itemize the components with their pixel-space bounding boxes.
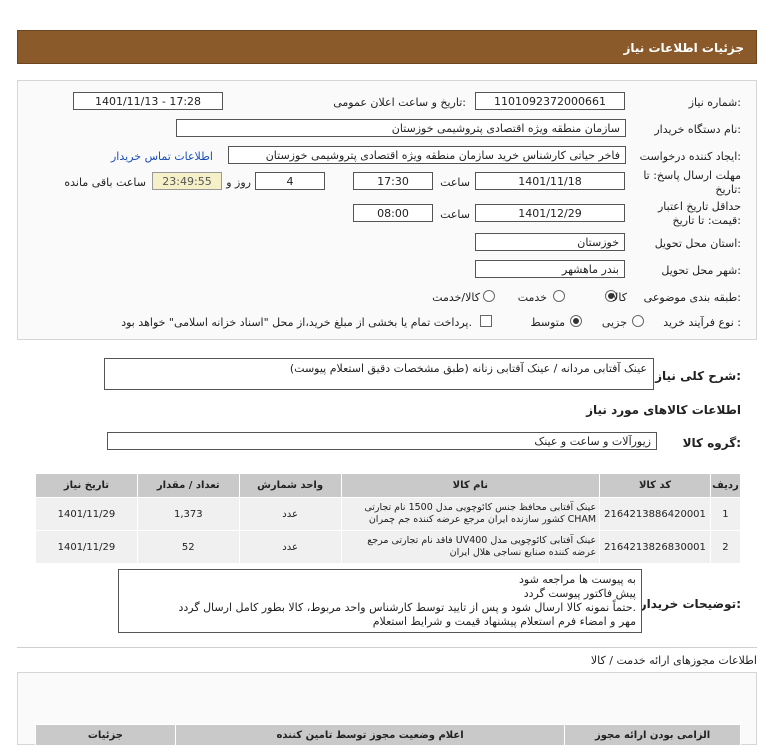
category-option-goods: کالا bbox=[612, 291, 627, 304]
col-unit: واحد شمارش bbox=[238, 473, 342, 498]
remaining-time-field: 23:49:55 bbox=[152, 172, 222, 190]
city-label: شهر محل تحویل: bbox=[661, 264, 741, 277]
validity-time-label: ساعت bbox=[440, 208, 470, 221]
buyer-notes-box: به پیوست ها مراجعه شود پیش فاکتور پیوست … bbox=[118, 569, 642, 633]
process-option-medium: متوسط bbox=[530, 316, 565, 329]
deadline-label-2: تاریخ: bbox=[715, 183, 741, 196]
cell-name: عینک آفتابی کائوچویی مدل UV400 فاقد نام … bbox=[340, 530, 601, 564]
note-line: به پیوست ها مراجعه شود bbox=[519, 573, 636, 586]
announce-field[interactable]: 1401/11/13 - 17:28 bbox=[73, 92, 223, 110]
cell-code: 2164213826830001 bbox=[599, 530, 711, 564]
col-license-status: اعلام وضعیت مجوز توسط تامین کننده bbox=[174, 724, 566, 746]
cell-row: 2 bbox=[709, 530, 742, 564]
note-line: پیش فاکتور پیوست گردد bbox=[523, 587, 636, 600]
need-number-label: شماره نیاز: bbox=[688, 96, 741, 109]
process-option-minor: جزیی bbox=[601, 316, 627, 329]
cell-unit: عدد bbox=[238, 530, 342, 564]
summary-label: شرح کلی نیاز: bbox=[655, 369, 741, 383]
buyer-notes-label: توضیحات خریدار: bbox=[639, 597, 741, 611]
page-title: جزئیات اطلاعات نیاز bbox=[623, 41, 744, 55]
validity-time-field[interactable]: 08:00 bbox=[353, 204, 433, 222]
goods-group-label: گروه کالا: bbox=[682, 436, 741, 450]
remaining-label: ساعت باقی مانده bbox=[64, 176, 146, 189]
cell-date: 1401/11/29 bbox=[35, 530, 138, 564]
col-name: نام کالا bbox=[340, 473, 601, 498]
licenses-title: اطلاعات مجوزهای ارائه خدمت / کالا bbox=[590, 654, 757, 667]
col-qty: تعداد / مقدار bbox=[136, 473, 240, 498]
category-option-goods-service: کالا/خدمت bbox=[432, 291, 480, 304]
col-license-details: جزئیات bbox=[35, 724, 176, 746]
process-radio-minor[interactable] bbox=[632, 315, 644, 327]
table-row[interactable]: 2 2164213826830001 عینک آفتابی کائوچویی … bbox=[35, 530, 742, 564]
col-code: کد کالا bbox=[599, 473, 711, 498]
buyer-field[interactable]: سازمان منطقه ویژه اقتصادی پتروشیمی خوزست… bbox=[176, 119, 626, 137]
cell-row: 1 bbox=[709, 497, 742, 531]
divider bbox=[17, 647, 757, 648]
goods-table: ردیف کد کالا نام کالا واحد شمارش تعداد /… bbox=[35, 473, 742, 564]
announce-label: تاریخ و ساعت اعلان عمومی: bbox=[333, 96, 466, 109]
goods-table-header: ردیف کد کالا نام کالا واحد شمارش تعداد /… bbox=[35, 473, 742, 498]
process-radio-medium[interactable] bbox=[570, 315, 582, 327]
category-radio-goods-service[interactable] bbox=[483, 290, 495, 302]
deadline-time-field[interactable]: 17:30 bbox=[353, 172, 433, 190]
note-line: حتماً نمونه کالا ارسال شود و پس از تایید… bbox=[178, 601, 636, 614]
need-number-field[interactable]: 1101092372000661 bbox=[475, 92, 625, 110]
category-radio-service[interactable] bbox=[553, 290, 565, 302]
deadline-label: مهلت ارسال پاسخ: تا bbox=[643, 169, 741, 182]
category-option-service: خدمت bbox=[517, 291, 547, 304]
deadline-time-label: ساعت bbox=[440, 176, 470, 189]
process-label: نوع فرآیند خرید : bbox=[663, 316, 741, 329]
licenses-table: الزامی بودن ارائه مجوز اعلام وضعیت مجوز … bbox=[35, 724, 741, 746]
licenses-table-header: الزامی بودن ارائه مجوز اعلام وضعیت مجوز … bbox=[35, 724, 741, 746]
validity-label-2: قیمت: تا تاریخ: bbox=[672, 214, 741, 227]
city-field[interactable]: بندر ماهشهر bbox=[475, 260, 625, 278]
buyer-label: نام دستگاه خریدار: bbox=[654, 123, 741, 136]
deadline-date-field[interactable]: 1401/11/18 bbox=[475, 172, 625, 190]
creator-field[interactable]: فاخر حیاتی کارشناس خرید سازمان منطقه ویژ… bbox=[228, 146, 626, 164]
col-row: ردیف bbox=[709, 473, 742, 498]
days-label: روز و bbox=[226, 176, 251, 189]
cell-qty: 52 bbox=[136, 530, 240, 564]
days-field[interactable]: 4 bbox=[255, 172, 325, 190]
contact-buyer-link[interactable]: اطلاعات تماس خریدار bbox=[111, 150, 213, 163]
cell-unit: عدد bbox=[238, 497, 342, 531]
cell-code: 2164213886420001 bbox=[599, 497, 711, 531]
table-row[interactable]: 1 2164213886420001 عینک آفتابی محافظ جنس… bbox=[35, 497, 742, 531]
province-label: استان محل تحویل: bbox=[654, 237, 741, 250]
validity-date-field[interactable]: 1401/12/29 bbox=[475, 204, 625, 222]
cell-qty: 1,373 bbox=[136, 497, 240, 531]
goods-group-field: زیورآلات و ساعت و عینک bbox=[107, 432, 657, 450]
goods-section-title: اطلاعات کالاهای مورد نیاز bbox=[586, 403, 741, 417]
cell-date: 1401/11/29 bbox=[35, 497, 138, 531]
note-line: مهر و امضاء فرم استعلام پیشنهاد قیمت و ش… bbox=[372, 615, 636, 628]
category-label: طبقه بندی موضوعی: bbox=[643, 291, 741, 304]
cell-name: عینک آفتابی محافظ جنس کائوچویی مدل 1500 … bbox=[340, 497, 601, 531]
creator-label: ایجاد کننده درخواست: bbox=[639, 150, 741, 163]
col-date: تاریخ نیاز bbox=[35, 473, 138, 498]
summary-text: عینک آفتابی مردانه / عینک آفتابی زنانه (… bbox=[104, 358, 654, 390]
page-header: جزئیات اطلاعات نیاز bbox=[17, 30, 757, 64]
payment-note: پرداخت تمام یا بخشی از مبلغ خرید،از محل … bbox=[121, 316, 472, 329]
treasury-payment-checkbox[interactable] bbox=[480, 315, 492, 327]
validity-label: حداقل تاریخ اعتبار bbox=[657, 200, 741, 213]
province-field[interactable]: خوزستان bbox=[475, 233, 625, 251]
col-license-required: الزامی بودن ارائه مجوز bbox=[564, 724, 741, 746]
